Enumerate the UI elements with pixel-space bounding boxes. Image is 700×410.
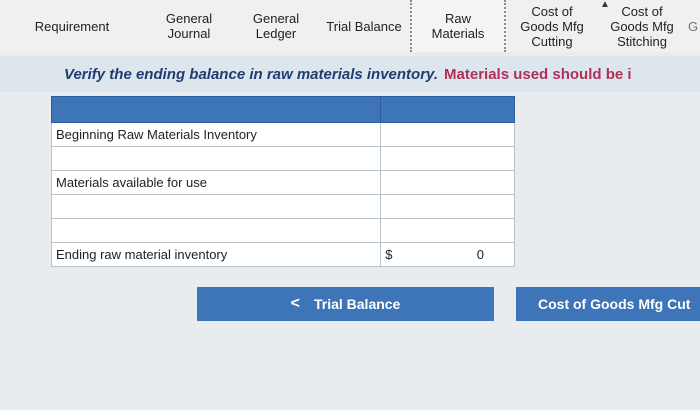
tab-raw-materials-label: Raw Materials [431, 11, 485, 41]
tab-requirement[interactable]: Requirement [0, 0, 144, 52]
table-row [50, 146, 515, 171]
currency-symbol: $ [385, 247, 393, 262]
tab-general-ledger-label: General Ledger [252, 11, 300, 41]
prev-button-label: Trial Balance [313, 296, 401, 312]
tab-general-journal[interactable]: General Journal [144, 0, 234, 52]
raw-materials-table: Beginning Raw Materials Inventory Materi… [50, 96, 515, 267]
ending-inventory-label[interactable]: Ending raw material inventory [50, 242, 382, 267]
row-label-input[interactable]: Materials available for use [50, 170, 382, 195]
tab-cogm-cutting-label: Cost of Goods Mfg Cutting [520, 3, 584, 49]
row-label-input[interactable]: Beginning Raw Materials Inventory [50, 122, 382, 147]
tab-cogm-stitching-label: Cost of Goods Mfg Stitching [610, 3, 674, 49]
table-header [50, 96, 515, 123]
table-row: Ending raw material inventory $ 0 [50, 242, 515, 267]
row-amount-input[interactable] [380, 170, 515, 195]
tab-cogm-cutting[interactable]: Cost of Goods Mfg Cutting [506, 0, 598, 52]
next-button-label: Cost of Goods Mfg Cut [538, 296, 691, 312]
table-row: Materials available for use [50, 170, 515, 195]
tab-bar: Requirement General Journal General Ledg… [0, 0, 700, 52]
row-label-input[interactable] [50, 194, 382, 219]
tab-requirement-label: Requirement [34, 18, 110, 34]
tab-trial-balance[interactable]: Trial Balance [318, 0, 410, 52]
instruction-bar: Verify the ending balance in raw materia… [0, 56, 700, 92]
row-label-input[interactable] [50, 146, 382, 171]
table-row [50, 194, 515, 219]
prev-trial-balance-button[interactable]: < Trial Balance [197, 287, 494, 321]
ending-inventory-amount[interactable]: $ 0 [380, 242, 515, 267]
tab-raw-materials[interactable]: Raw Materials [410, 0, 506, 52]
arrow-icon: ▲ [600, 0, 610, 10]
next-cost-of-goods-mfg-button[interactable]: Cost of Goods Mfg Cut [516, 287, 700, 321]
chevron-left-icon: < [290, 295, 300, 312]
instruction-note: Materials used should be i [444, 65, 632, 83]
row-amount-input[interactable] [380, 218, 515, 243]
tab-next-truncated[interactable]: G [686, 0, 700, 52]
table-row: Beginning Raw Materials Inventory [50, 122, 515, 147]
ending-inventory-value: 0 [476, 247, 484, 262]
tab-next-truncated-label: G [687, 18, 699, 34]
header-cell-amount [380, 96, 515, 123]
table-row [50, 218, 515, 243]
tab-general-journal-label: General Journal [165, 11, 213, 41]
tab-general-ledger[interactable]: General Ledger [234, 0, 318, 52]
row-amount-input[interactable] [380, 194, 515, 219]
row-amount-input[interactable] [380, 122, 515, 147]
row-label-input[interactable] [50, 218, 382, 243]
tab-trial-balance-label: Trial Balance [326, 18, 402, 34]
instruction-verify: Verify the ending balance in raw materia… [64, 65, 439, 83]
row-amount-input[interactable] [380, 146, 515, 171]
header-cell-label [50, 96, 382, 123]
tab-cogm-stitching[interactable]: ▲ Cost of Goods Mfg Stitching [598, 0, 686, 52]
